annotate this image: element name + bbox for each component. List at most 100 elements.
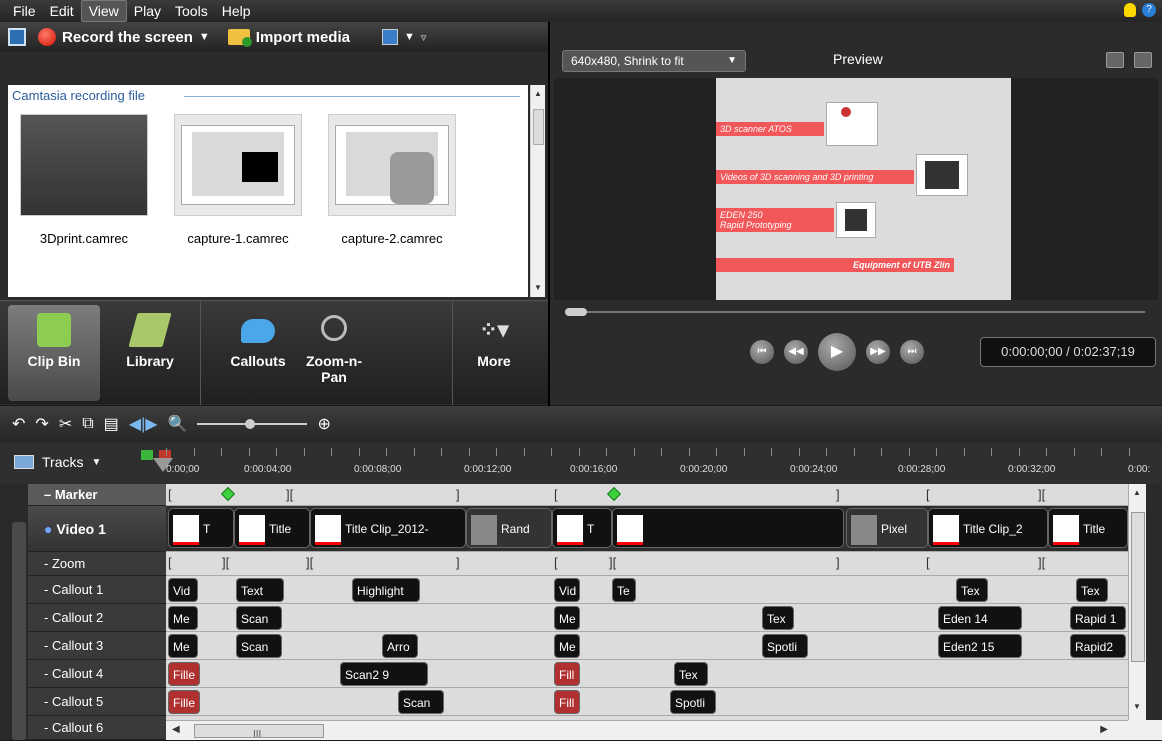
track-label-callout-1[interactable]: - Callout 1: [28, 576, 166, 604]
preview-size-select[interactable]: 640x480, Shrink to fit ▼: [562, 50, 746, 72]
clip-item-capture-1[interactable]: capture-1.camrec: [174, 114, 302, 246]
zoom-in-icon[interactable]: ⊕: [317, 414, 330, 434]
tab-zoom-n-pan[interactable]: Zoom-n- Pan: [294, 305, 374, 401]
play-icon[interactable]: ▶: [818, 333, 856, 371]
detach-preview-icon[interactable]: [1134, 52, 1152, 68]
copy-icon[interactable]: ⧉: [82, 415, 93, 433]
track-label-zoom[interactable]: - Zoom: [28, 552, 166, 576]
callout-clip[interactable]: Rapid2: [1070, 634, 1126, 658]
tab-library[interactable]: Library: [104, 305, 196, 401]
callout-clip[interactable]: Eden2 15: [938, 634, 1022, 658]
menu-play[interactable]: Play: [127, 1, 168, 21]
redo-icon[interactable]: ↷: [35, 414, 48, 434]
tab-clip-bin[interactable]: Clip Bin: [8, 305, 100, 401]
fullscreen-icon[interactable]: [1106, 52, 1124, 68]
track-label-video-1[interactable]: ● Video 1: [28, 506, 166, 552]
scroll-down-icon[interactable]: ▼: [1133, 702, 1141, 711]
fast-forward-icon[interactable]: ▶▶: [866, 340, 890, 364]
callout-5-track[interactable]: Fille Scan Fill Spotli: [166, 688, 1128, 716]
callout-clip[interactable]: Scan: [236, 634, 282, 658]
track-label-callout-3[interactable]: - Callout 3: [28, 632, 166, 660]
clip-bin-scrollbar[interactable]: ▲ ▼: [530, 85, 545, 297]
tracks-menu-button[interactable]: Tracks ▼: [14, 454, 101, 470]
video-clip[interactable]: Rand: [466, 508, 552, 548]
selection-start-handle[interactable]: [141, 450, 153, 460]
menu-tools[interactable]: Tools: [168, 1, 215, 21]
scroll-up-icon[interactable]: ▲: [534, 89, 542, 98]
video-track[interactable]: T Title Title Clip_2012- Rand T Pixel Ti…: [166, 506, 1128, 552]
video-clip[interactable]: Pixel: [846, 508, 928, 548]
callout-clip[interactable]: Tex: [674, 662, 708, 686]
tab-more[interactable]: ⁘▾ More: [448, 305, 540, 401]
menu-edit[interactable]: Edit: [43, 1, 81, 21]
callout-clip[interactable]: Highlight: [352, 578, 420, 602]
callout-clip[interactable]: Me: [168, 606, 198, 630]
track-label-marker[interactable]: – Marker: [28, 484, 166, 506]
callout-3-track[interactable]: Me Scan Arro Me Spotli Eden2 15 Rapid2: [166, 632, 1128, 660]
track-lock-bar[interactable]: [12, 522, 26, 740]
video-clip[interactable]: Title: [234, 508, 310, 548]
zoom-out-icon[interactable]: 🔍: [168, 414, 188, 434]
scroll-left-icon[interactable]: ◀: [172, 724, 180, 735]
callout-clip[interactable]: Tex: [956, 578, 988, 602]
callout-clip[interactable]: Fill: [554, 690, 580, 714]
timeline-ruler[interactable]: 0:00;00 0:00:04;00 0:00:08;00 0:00:12;00…: [166, 442, 1162, 484]
help-icon[interactable]: ?: [1142, 3, 1156, 17]
callout-clip[interactable]: Fille: [168, 690, 200, 714]
scroll-down-icon[interactable]: ▼: [534, 283, 542, 292]
import-media-button[interactable]: Import media: [222, 29, 356, 47]
split-icon[interactable]: ◀|▶: [129, 414, 158, 434]
track-label-callout-2[interactable]: - Callout 2: [28, 604, 166, 632]
video-clip[interactable]: Title Clip_2012-: [310, 508, 466, 548]
callout-clip[interactable]: Te: [612, 578, 636, 602]
scroll-thumb[interactable]: [533, 109, 544, 145]
track-label-callout-5[interactable]: - Callout 5: [28, 688, 166, 716]
callout-2-track[interactable]: Me Scan Me Tex Eden 14 Rapid 1: [166, 604, 1128, 632]
callout-clip[interactable]: Scan: [236, 606, 282, 630]
video-clip[interactable]: T: [552, 508, 612, 548]
save-icon[interactable]: [8, 28, 26, 46]
callout-clip[interactable]: Text: [236, 578, 284, 602]
preview-scrubber[interactable]: [555, 306, 1155, 316]
scroll-thumb[interactable]: III: [194, 724, 324, 740]
clip-item-capture-2[interactable]: capture-2.camrec: [328, 114, 456, 246]
timeline-vertical-scrollbar[interactable]: ▲ ▼: [1128, 484, 1146, 720]
track-label-callout-6[interactable]: - Callout 6: [28, 716, 166, 740]
callout-clip[interactable]: Rapid 1: [1070, 606, 1126, 630]
callout-clip[interactable]: Fille: [168, 662, 200, 686]
callout-clip[interactable]: Me: [554, 634, 580, 658]
clip-item-3dprint[interactable]: 3Dprint.camrec: [20, 114, 148, 246]
scroll-thumb[interactable]: [1131, 512, 1145, 662]
callout-clip[interactable]: Spotli: [670, 690, 716, 714]
callout-4-track[interactable]: Fille Scan2 9 Fill Tex: [166, 660, 1128, 688]
undo-icon[interactable]: ↶: [12, 414, 25, 434]
video-clip[interactable]: [612, 508, 844, 548]
timeline-horizontal-scrollbar[interactable]: ◀ III ▶: [166, 720, 1128, 740]
callout-clip[interactable]: Spotli: [762, 634, 808, 658]
callout-clip[interactable]: Vid: [554, 578, 580, 602]
menu-view[interactable]: View: [80, 0, 127, 22]
callout-clip[interactable]: Tex: [1076, 578, 1108, 602]
marker-diamond[interactable]: [606, 486, 622, 502]
callout-clip[interactable]: Scan: [398, 690, 444, 714]
paste-icon[interactable]: ▤: [104, 414, 119, 434]
scroll-right-icon[interactable]: ▶: [1100, 724, 1108, 735]
tab-callouts[interactable]: Callouts: [212, 305, 304, 401]
rewind-icon[interactable]: ◀◀: [784, 340, 808, 364]
zoom-track[interactable]: [ ][ ][ ] [ ][ ] [ ][: [166, 552, 1128, 576]
callout-clip[interactable]: Tex: [762, 606, 794, 630]
jump-end-icon[interactable]: ⏭: [900, 340, 924, 364]
callout-clip[interactable]: Vid: [168, 578, 198, 602]
timeline-zoom-slider[interactable]: [197, 419, 308, 429]
video-clip[interactable]: Title: [1048, 508, 1128, 548]
callout-clip[interactable]: Arro: [382, 634, 418, 658]
callout-clip[interactable]: Me: [554, 606, 580, 630]
callout-clip[interactable]: Fill: [554, 662, 580, 686]
scroll-up-icon[interactable]: ▲: [1133, 488, 1141, 497]
callout-clip[interactable]: Me: [168, 634, 198, 658]
record-screen-button[interactable]: Record the screen ▼: [32, 28, 216, 46]
marker-track[interactable]: [ ][ ] [ ] [ ][: [166, 484, 1128, 506]
track-label-callout-4[interactable]: - Callout 4: [28, 660, 166, 688]
scrubber-knob[interactable]: [565, 308, 587, 316]
menu-file[interactable]: File: [6, 1, 43, 21]
